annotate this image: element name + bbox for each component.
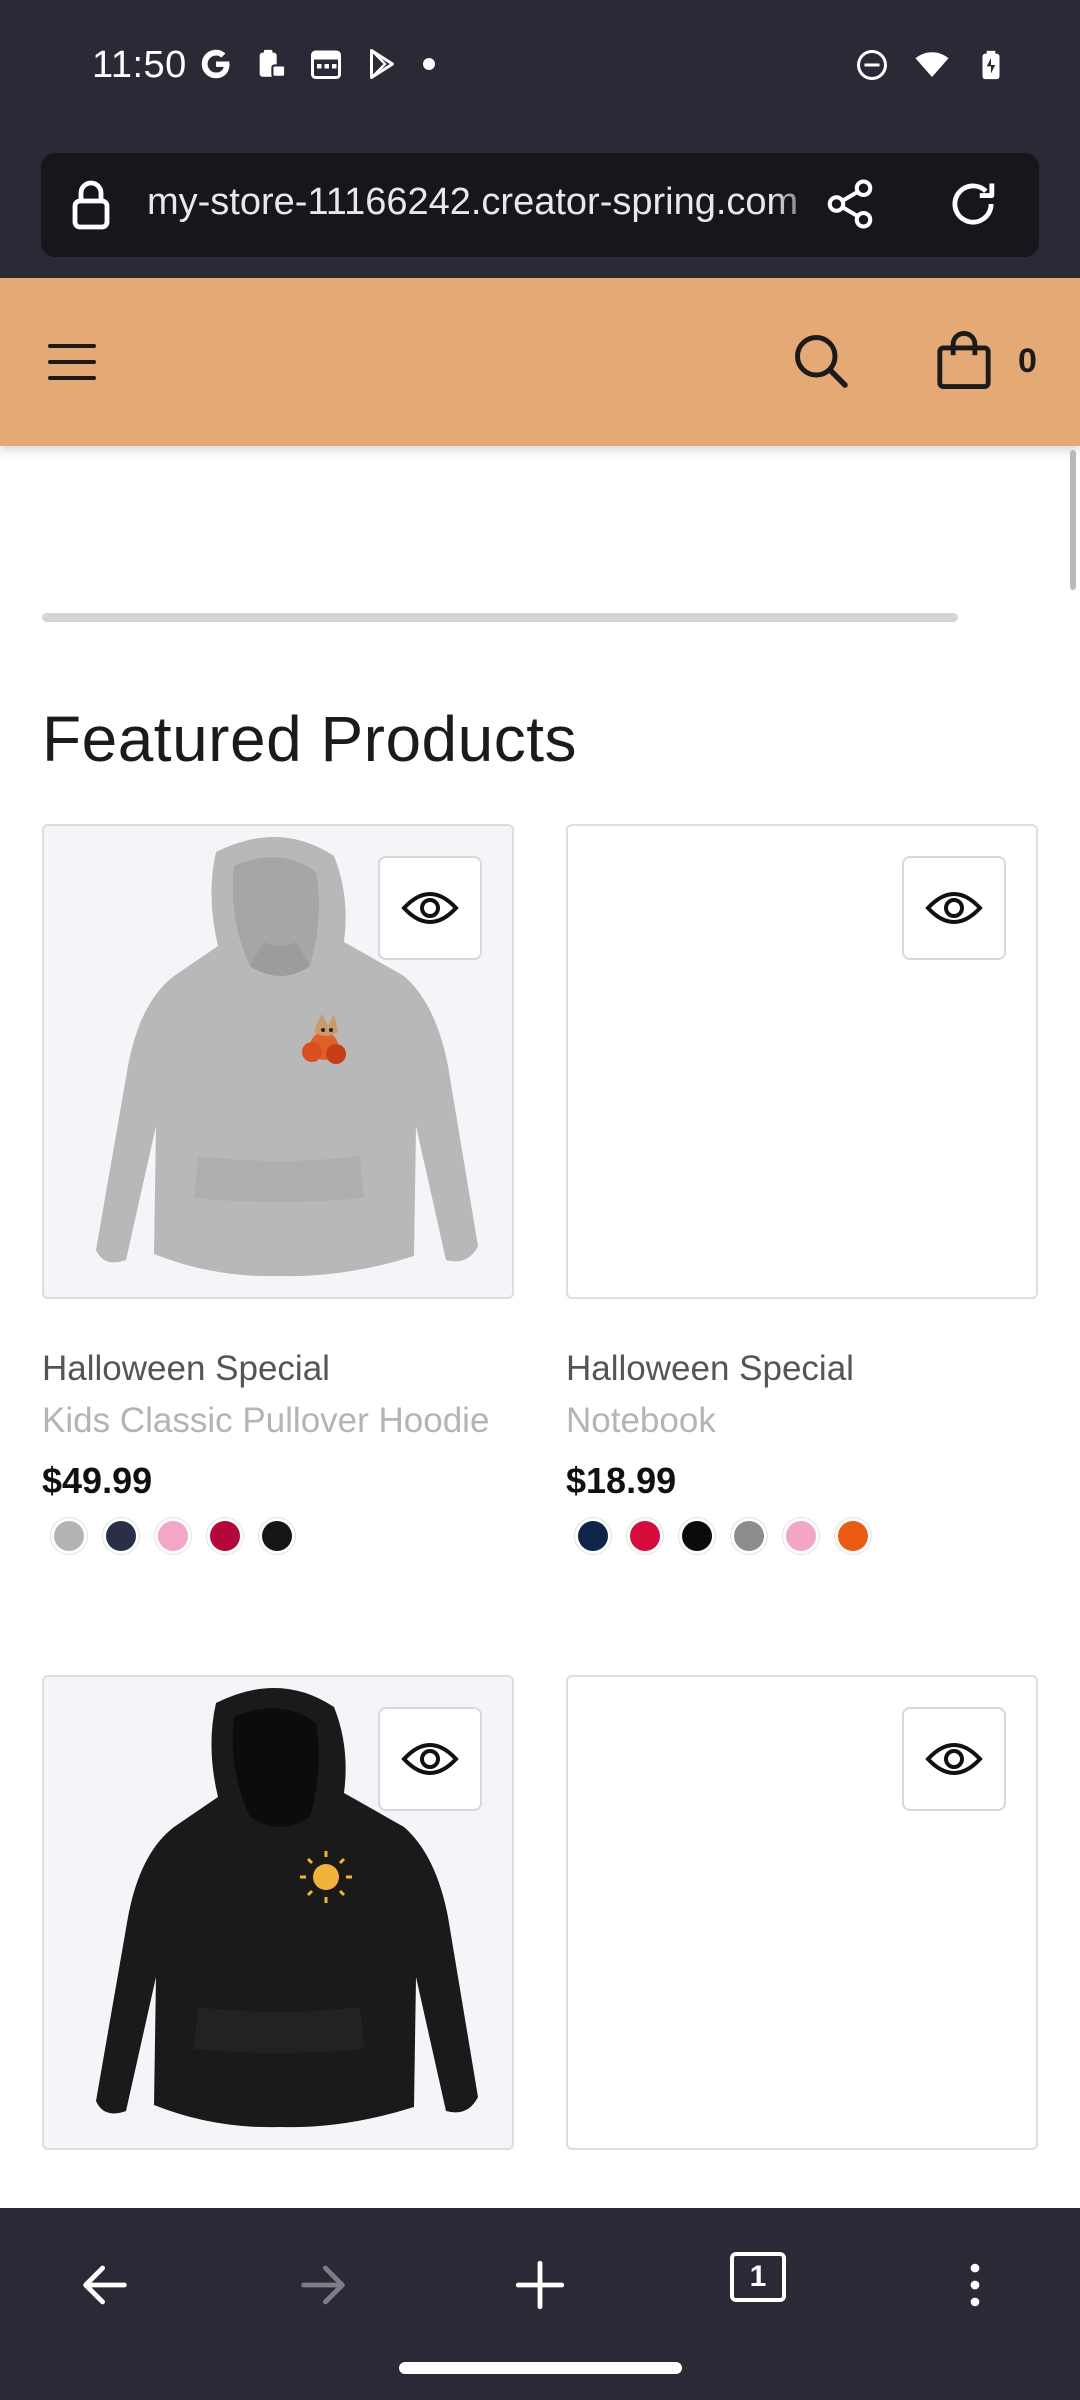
color-swatch[interactable] xyxy=(630,1521,660,1551)
color-swatches xyxy=(42,1521,514,1551)
back-arrow-icon[interactable] xyxy=(76,2256,134,2314)
browser-toolbar: my-store-11166242.creator-spring.com xyxy=(0,135,1080,278)
divider-line xyxy=(42,613,958,622)
color-swatch[interactable] xyxy=(786,1521,816,1551)
eye-icon xyxy=(925,1743,983,1775)
url-text[interactable]: my-store-11166242.creator-spring.com xyxy=(147,181,827,224)
product-card[interactable]: Halloween Special Kids Classic Pullover … xyxy=(42,824,514,1551)
play-store-icon xyxy=(370,49,394,79)
lock-icon[interactable] xyxy=(71,179,111,231)
product-card[interactable] xyxy=(566,1675,1038,2150)
eye-icon xyxy=(401,1743,459,1775)
product-card[interactable] xyxy=(42,1675,514,2150)
calendar-icon xyxy=(311,50,341,79)
shopping-bag-icon[interactable] xyxy=(935,328,993,392)
color-swatch[interactable] xyxy=(158,1521,188,1551)
product-subtitle[interactable]: Notebook xyxy=(566,1395,1038,1447)
product-price: $18.99 xyxy=(566,1460,677,1501)
notification-icons xyxy=(198,46,438,82)
tab-switcher-icon[interactable]: 1 xyxy=(730,2252,786,2302)
quick-view-button[interactable] xyxy=(902,856,1006,960)
new-tab-plus-icon[interactable] xyxy=(511,2256,569,2314)
system-icons xyxy=(854,46,1008,84)
product-subtitle[interactable]: Kids Classic Pullover Hoodie xyxy=(42,1395,514,1447)
product-title[interactable]: Halloween Special xyxy=(42,1343,514,1395)
clipboard-lock-icon xyxy=(259,49,287,78)
search-icon[interactable] xyxy=(790,330,850,390)
product-image[interactable] xyxy=(566,824,1038,1299)
product-image[interactable] xyxy=(42,824,514,1299)
hamburger-menu-icon[interactable] xyxy=(48,340,98,384)
quick-view-button[interactable] xyxy=(902,1707,1006,1811)
more-options-icon[interactable] xyxy=(946,2256,1004,2314)
address-bar[interactable]: my-store-11166242.creator-spring.com xyxy=(41,153,1039,257)
dot-icon xyxy=(423,58,435,70)
tab-count: 1 xyxy=(749,2260,767,2293)
site-header: 0 xyxy=(0,278,1080,446)
color-swatch[interactable] xyxy=(838,1521,868,1551)
product-image[interactable] xyxy=(42,1675,514,2150)
product-title[interactable]: Halloween Special xyxy=(566,1343,1038,1395)
page-scrollbar[interactable] xyxy=(1070,450,1076,590)
color-swatches xyxy=(566,1521,1038,1551)
color-swatch[interactable] xyxy=(262,1521,292,1551)
product-image[interactable] xyxy=(566,1675,1038,2150)
color-swatch[interactable] xyxy=(210,1521,240,1551)
eye-icon xyxy=(401,892,459,924)
product-price: $49.99 xyxy=(42,1460,153,1501)
eye-icon xyxy=(925,892,983,924)
color-swatch[interactable] xyxy=(106,1521,136,1551)
color-swatch[interactable] xyxy=(682,1521,712,1551)
color-swatch[interactable] xyxy=(734,1521,764,1551)
section-title: Featured Products xyxy=(42,703,577,775)
battery-icon xyxy=(982,50,1000,80)
do-not-disturb-icon xyxy=(857,50,887,80)
cart-count[interactable]: 0 xyxy=(1018,342,1037,381)
color-swatch[interactable] xyxy=(54,1521,84,1551)
product-card[interactable]: Halloween Special Notebook $18.99 xyxy=(566,824,1038,1551)
color-swatch[interactable] xyxy=(578,1521,608,1551)
wifi-icon xyxy=(915,52,949,77)
share-icon[interactable] xyxy=(823,177,877,231)
status-bar: 11:50 xyxy=(0,0,1080,135)
status-time: 11:50 xyxy=(92,44,187,86)
quick-view-button[interactable] xyxy=(378,1707,482,1811)
reload-icon[interactable] xyxy=(944,175,1002,233)
home-indicator[interactable] xyxy=(399,2362,682,2374)
forward-arrow-icon[interactable] xyxy=(294,2256,352,2314)
quick-view-button[interactable] xyxy=(378,856,482,960)
google-icon xyxy=(201,49,230,79)
